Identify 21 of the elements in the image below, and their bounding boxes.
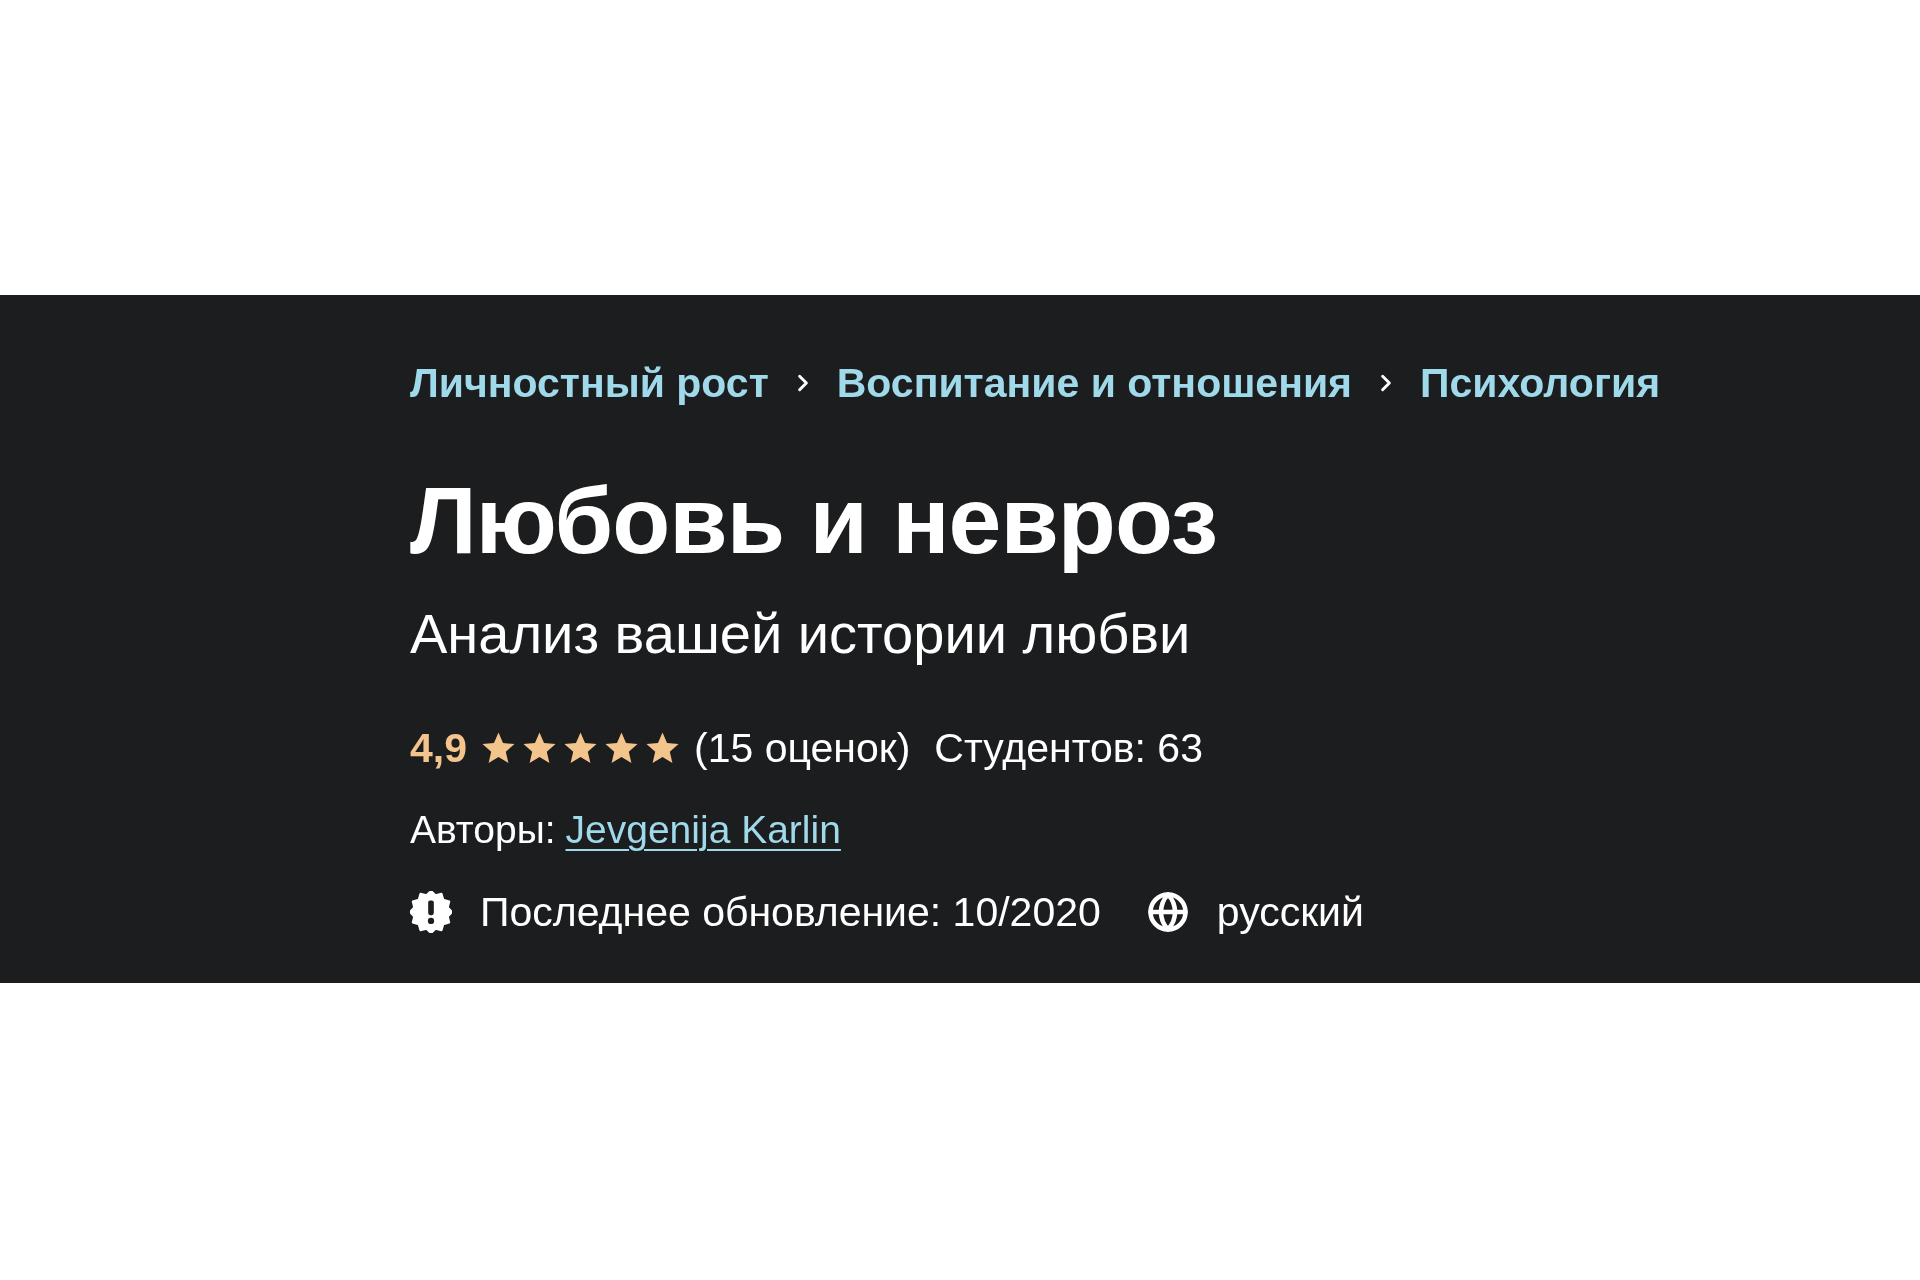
globe-icon — [1146, 891, 1189, 933]
star-icon — [481, 731, 516, 765]
meta-text: русский — [1216, 888, 1364, 936]
students-count: Студентов: 63 — [934, 724, 1203, 772]
breadcrumb-link[interactable]: Личностный рост — [410, 359, 769, 407]
chevron-right-icon — [1380, 374, 1393, 392]
star-icon — [645, 731, 680, 765]
rating-score: 4,9 — [410, 724, 467, 772]
author-link[interactable]: Jevgenija Karlin — [565, 807, 841, 853]
star-icon — [522, 731, 557, 765]
star-icon — [563, 731, 598, 765]
breadcrumb-link[interactable]: Воспитание и отношения — [836, 359, 1353, 407]
rating-count: (15 оценок) — [694, 724, 911, 772]
star-icon — [604, 731, 639, 765]
authors-label: Авторы: — [410, 807, 556, 853]
meta-text: Последнее обновление: 10/2020 — [480, 888, 1101, 936]
breadcrumb-link[interactable]: Психология — [1420, 359, 1661, 407]
course-subtitle: Анализ вашей истории любви — [410, 601, 1191, 667]
alert-badge-icon — [410, 891, 452, 933]
course-title: Любовь и невроз — [410, 466, 1217, 575]
chevron-right-icon — [796, 374, 809, 392]
